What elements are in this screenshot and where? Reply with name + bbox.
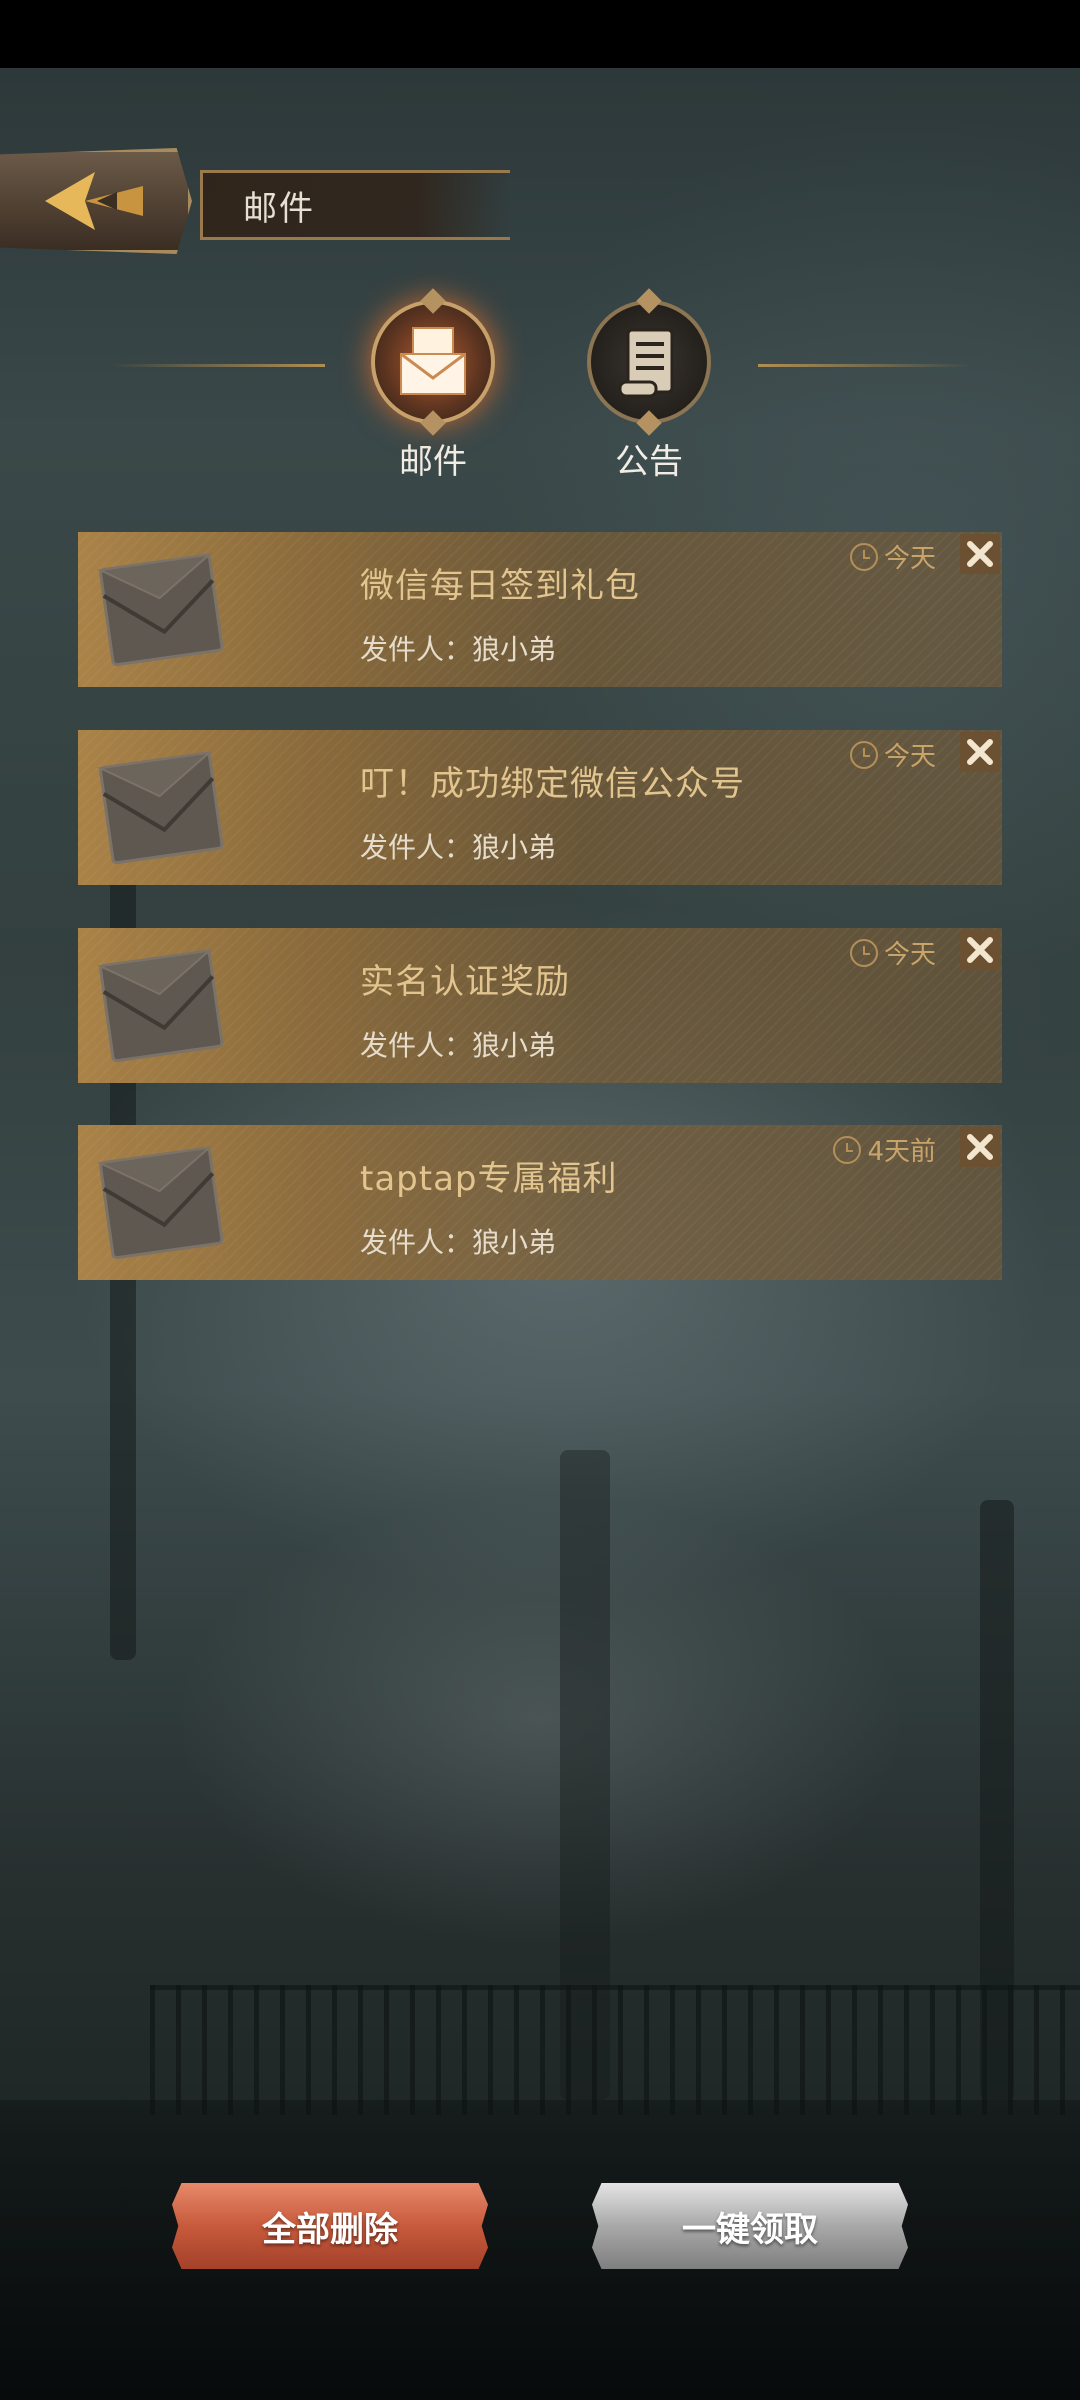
mail-sender: 发件人：狼小弟 [360,633,557,666]
delete-all-label: 全部删除 [262,2209,398,2250]
mail-time: 今天 [849,934,936,971]
mail-time-label: 今天 [883,742,936,772]
mail-time: 4天前 [833,1131,936,1168]
claim-all-button[interactable]: 一键领取 [592,2183,908,2269]
status-bar [0,0,1080,68]
page-title: 邮件 [243,188,315,229]
tab-divider-left [110,364,325,367]
back-arrow-icon [45,172,143,230]
mail-item[interactable]: 微信每日签到礼包 发件人：狼小弟 今天 [78,532,1002,687]
envelope-icon [96,949,224,1063]
mail-time-label: 4天前 [867,1137,936,1167]
tab-announcement-label: 公告 [615,442,683,482]
back-button[interactable] [0,148,192,254]
mail-time-label: 今天 [883,544,936,574]
scroll-icon [618,328,674,398]
mail-title: 微信每日签到礼包 [360,566,640,606]
mail-sender: 发件人：狼小弟 [360,1226,557,1259]
background-ground [0,2100,1080,2400]
tab-divider-right [758,364,973,367]
mail-item[interactable]: 实名认证奖励 发件人：狼小弟 今天 [78,928,1002,1083]
mail-sender: 发件人：狼小弟 [360,831,557,864]
close-icon [967,739,993,765]
clock-icon [849,938,878,967]
mail-time-label: 今天 [883,940,936,970]
claim-all-label: 一键领取 [682,2209,818,2250]
delete-all-button[interactable]: 全部删除 [172,2183,488,2269]
mail-icon [400,327,466,395]
mail-time: 今天 [849,538,936,575]
tab-announcement[interactable]: 公告 [584,300,714,483]
close-icon [967,937,993,963]
mail-title: 叮！成功绑定微信公众号 [360,764,745,804]
mail-sender: 发件人：狼小弟 [360,1029,557,1062]
close-icon [967,541,993,567]
mail-delete-button[interactable] [960,1127,1000,1167]
background-fence [150,1985,1080,2115]
tab-announcement-ring [587,300,711,424]
page-title-plate: 邮件 [200,170,510,240]
mail-title: taptap专属福利 [360,1159,618,1199]
close-icon [967,1134,993,1160]
mail-title: 实名认证奖励 [360,962,570,1002]
tab-mail-ring [371,300,495,424]
tab-mail-label: 邮件 [399,442,467,482]
mail-time: 今天 [849,736,936,773]
mail-delete-button[interactable] [960,732,1000,772]
clock-icon [833,1135,862,1164]
clock-icon [849,740,878,769]
envelope-icon [96,751,224,865]
mail-delete-button[interactable] [960,534,1000,574]
envelope-icon [96,1146,224,1260]
mail-item[interactable]: 叮！成功绑定微信公众号 发件人：狼小弟 今天 [78,730,1002,885]
envelope-icon [96,553,224,667]
mail-item[interactable]: taptap专属福利 发件人：狼小弟 4天前 [78,1125,1002,1280]
tab-mail[interactable]: 邮件 [368,300,498,483]
clock-icon [849,542,878,571]
mail-delete-button[interactable] [960,930,1000,970]
